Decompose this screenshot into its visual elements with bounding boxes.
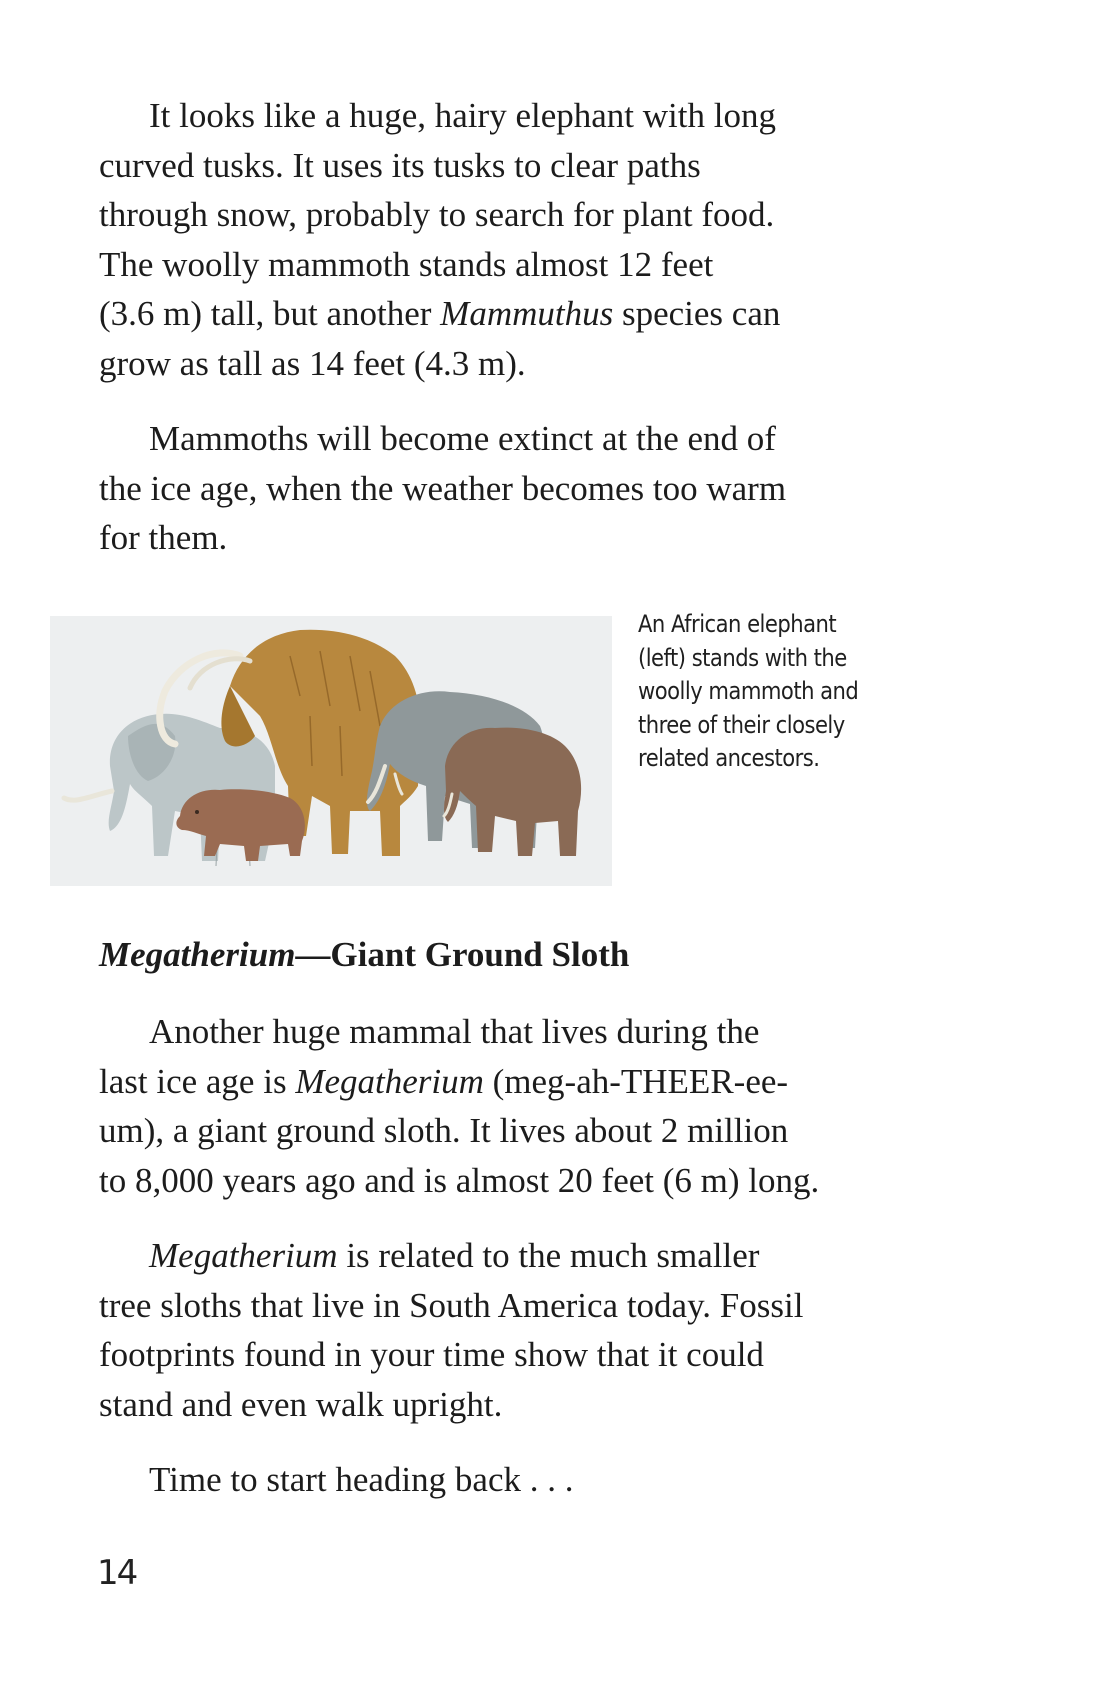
text-line: (3.6 m) tall, but another Mammuthus spec…: [99, 294, 781, 333]
heading-rest: —Giant Ground Sloth: [295, 935, 630, 974]
text-line: footprints found in your time show that …: [99, 1335, 764, 1374]
book-page: It looks like a huge, hairy elephant wit…: [0, 0, 1100, 1700]
text-line: for them.: [99, 518, 228, 557]
text-line: curved tusks. It uses its tusks to clear…: [99, 145, 701, 185]
page-number: 14: [97, 1553, 138, 1593]
caption-line: woolly mammoth and: [638, 677, 859, 705]
caption-line: related ancestors.: [638, 744, 820, 772]
paragraph-mammoth-description: It looks like a huge, hairy elephant wit…: [99, 91, 899, 388]
figure-caption: An African elephant (left) stands with t…: [638, 608, 898, 776]
species-name: Megatherium: [149, 1236, 338, 1275]
species-name: Megatherium: [295, 1061, 484, 1101]
text-line: tree sloths that live in South America t…: [99, 1285, 804, 1325]
heading-species-name: Megatherium: [99, 935, 296, 974]
mammoth-illustration: [50, 616, 612, 886]
text-line: Mammoths will become extinct at the end …: [149, 419, 776, 458]
text-line: stand and even walk upright.: [99, 1384, 503, 1424]
caption-line: three of their closely: [638, 710, 845, 739]
text-line: um), a giant ground sloth. It lives abou…: [99, 1111, 789, 1150]
text-line: grow as tall as 14 feet (4.3 m).: [99, 343, 526, 383]
text-line: to 8,000 years ago and is almost 20 feet…: [99, 1160, 820, 1200]
paragraph-megatherium-relation: Megatherium is related to the much small…: [99, 1231, 899, 1429]
paragraph-mammoth-extinction: Mammoths will become extinct at the end …: [99, 414, 899, 563]
caption-line: An African elephant: [638, 610, 837, 638]
section-heading: Megatherium—Giant Ground Sloth: [99, 935, 629, 975]
text-line: Another huge mammal that lives during th…: [149, 1012, 760, 1051]
species-name: Mammuthus: [440, 294, 614, 333]
text-line: the ice age, when the weather becomes to…: [99, 468, 787, 508]
paragraph-closing: Time to start heading back . . .: [99, 1455, 899, 1505]
caption-line: (left) stands with the: [638, 643, 847, 672]
paragraph-megatherium-intro: Another huge mammal that lives during th…: [99, 1007, 899, 1205]
text-line: Time to start heading back . . .: [149, 1460, 574, 1499]
text-line: through snow, probably to search for pla…: [99, 195, 775, 234]
text-line: last ice age is Megatherium (meg-ah-THEE…: [99, 1061, 789, 1101]
text-line: It looks like a huge, hairy elephant wit…: [149, 96, 776, 135]
text-line: The woolly mammoth stands almost 12 feet: [99, 244, 714, 284]
text-line: Megatherium is related to the much small…: [149, 1236, 760, 1275]
